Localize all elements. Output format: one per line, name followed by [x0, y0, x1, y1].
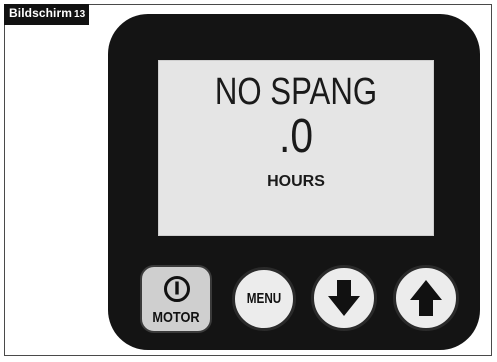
power-icon [164, 276, 190, 302]
menu-button-label: MENU [246, 290, 282, 307]
display-value: .0 [278, 110, 314, 163]
arrow-down-icon [328, 280, 360, 316]
caption-number: 13 [74, 9, 86, 20]
down-button[interactable] [311, 265, 377, 331]
caption-label: Bildschirm [9, 6, 73, 20]
menu-button[interactable]: MENU [232, 267, 296, 331]
motor-button[interactable]: MOTOR [140, 265, 212, 333]
up-button[interactable] [393, 265, 459, 331]
arrow-up-icon [410, 280, 442, 316]
motor-button-label: MOTOR [152, 309, 200, 326]
figure-caption-tag: Bildschirm 13 [4, 4, 90, 25]
lcd-screen: NO SPANG .0 HOURS [158, 60, 434, 236]
display-unit: HOURS [267, 173, 325, 190]
display-status-text: NO SPANG [214, 71, 378, 113]
